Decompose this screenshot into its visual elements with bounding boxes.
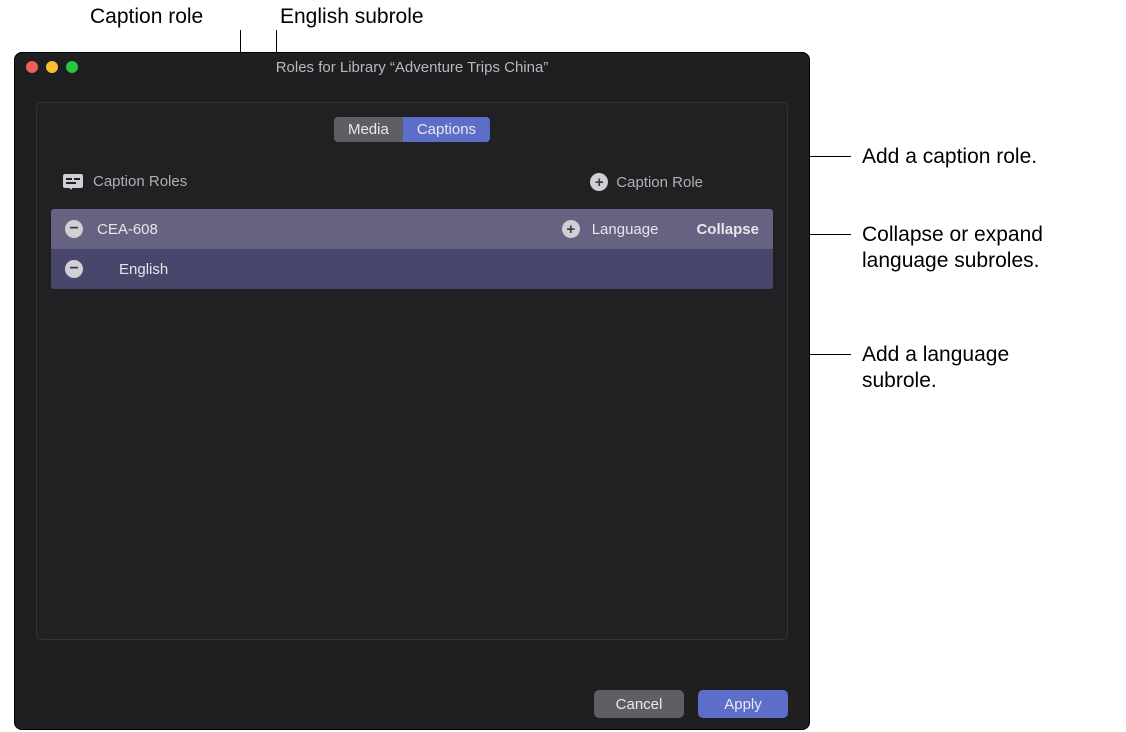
tabs: Media Captions	[334, 117, 490, 142]
captions-panel: Media Captions Caption Roles + Caption R…	[36, 102, 788, 640]
tab-media[interactable]: Media	[334, 117, 403, 142]
titlebar: Roles for Library “Adventure Trips China…	[14, 52, 810, 82]
zoom-icon[interactable]	[66, 61, 78, 73]
add-language-label: Language	[592, 221, 659, 238]
caption-icon	[63, 174, 83, 190]
close-icon[interactable]	[26, 61, 38, 73]
callout-add-language-subrole: Add a language subrole.	[862, 342, 1009, 395]
language-subrole-row[interactable]: − English	[51, 249, 773, 289]
callout-add-caption-role: Add a caption role.	[862, 144, 1037, 170]
remove-subrole-button[interactable]: −	[65, 260, 83, 278]
section-header-label: Caption Roles	[93, 173, 187, 190]
role-row-actions: + Language Collapse	[562, 220, 759, 238]
minimize-icon[interactable]	[46, 61, 58, 73]
caption-role-name: CEA-608	[97, 221, 158, 238]
cancel-button[interactable]: Cancel	[594, 690, 684, 718]
collapse-toggle[interactable]: Collapse	[696, 221, 759, 238]
tab-captions[interactable]: Captions	[403, 117, 490, 142]
add-caption-role-label: Caption Role	[616, 174, 703, 191]
dialog-footer: Cancel Apply	[594, 690, 788, 718]
roles-dialog: Roles for Library “Adventure Trips China…	[14, 52, 810, 730]
caption-role-row[interactable]: − CEA-608 + Language Collapse	[51, 209, 773, 249]
callout-collapse-expand: Collapse or expand language subroles.	[862, 222, 1043, 275]
add-language-button[interactable]: +	[562, 220, 580, 238]
window-title: Roles for Library “Adventure Trips China…	[14, 59, 810, 76]
add-caption-role-button[interactable]: + Caption Role	[590, 173, 703, 191]
plus-icon: +	[590, 173, 608, 191]
callout-caption-role: Caption role	[90, 4, 203, 30]
remove-role-button[interactable]: −	[65, 220, 83, 238]
traffic-lights	[26, 61, 78, 73]
section-header: Caption Roles	[63, 173, 187, 190]
apply-button[interactable]: Apply	[698, 690, 788, 718]
callout-english-subrole: English subrole	[280, 4, 424, 30]
language-subrole-name: English	[119, 261, 168, 278]
